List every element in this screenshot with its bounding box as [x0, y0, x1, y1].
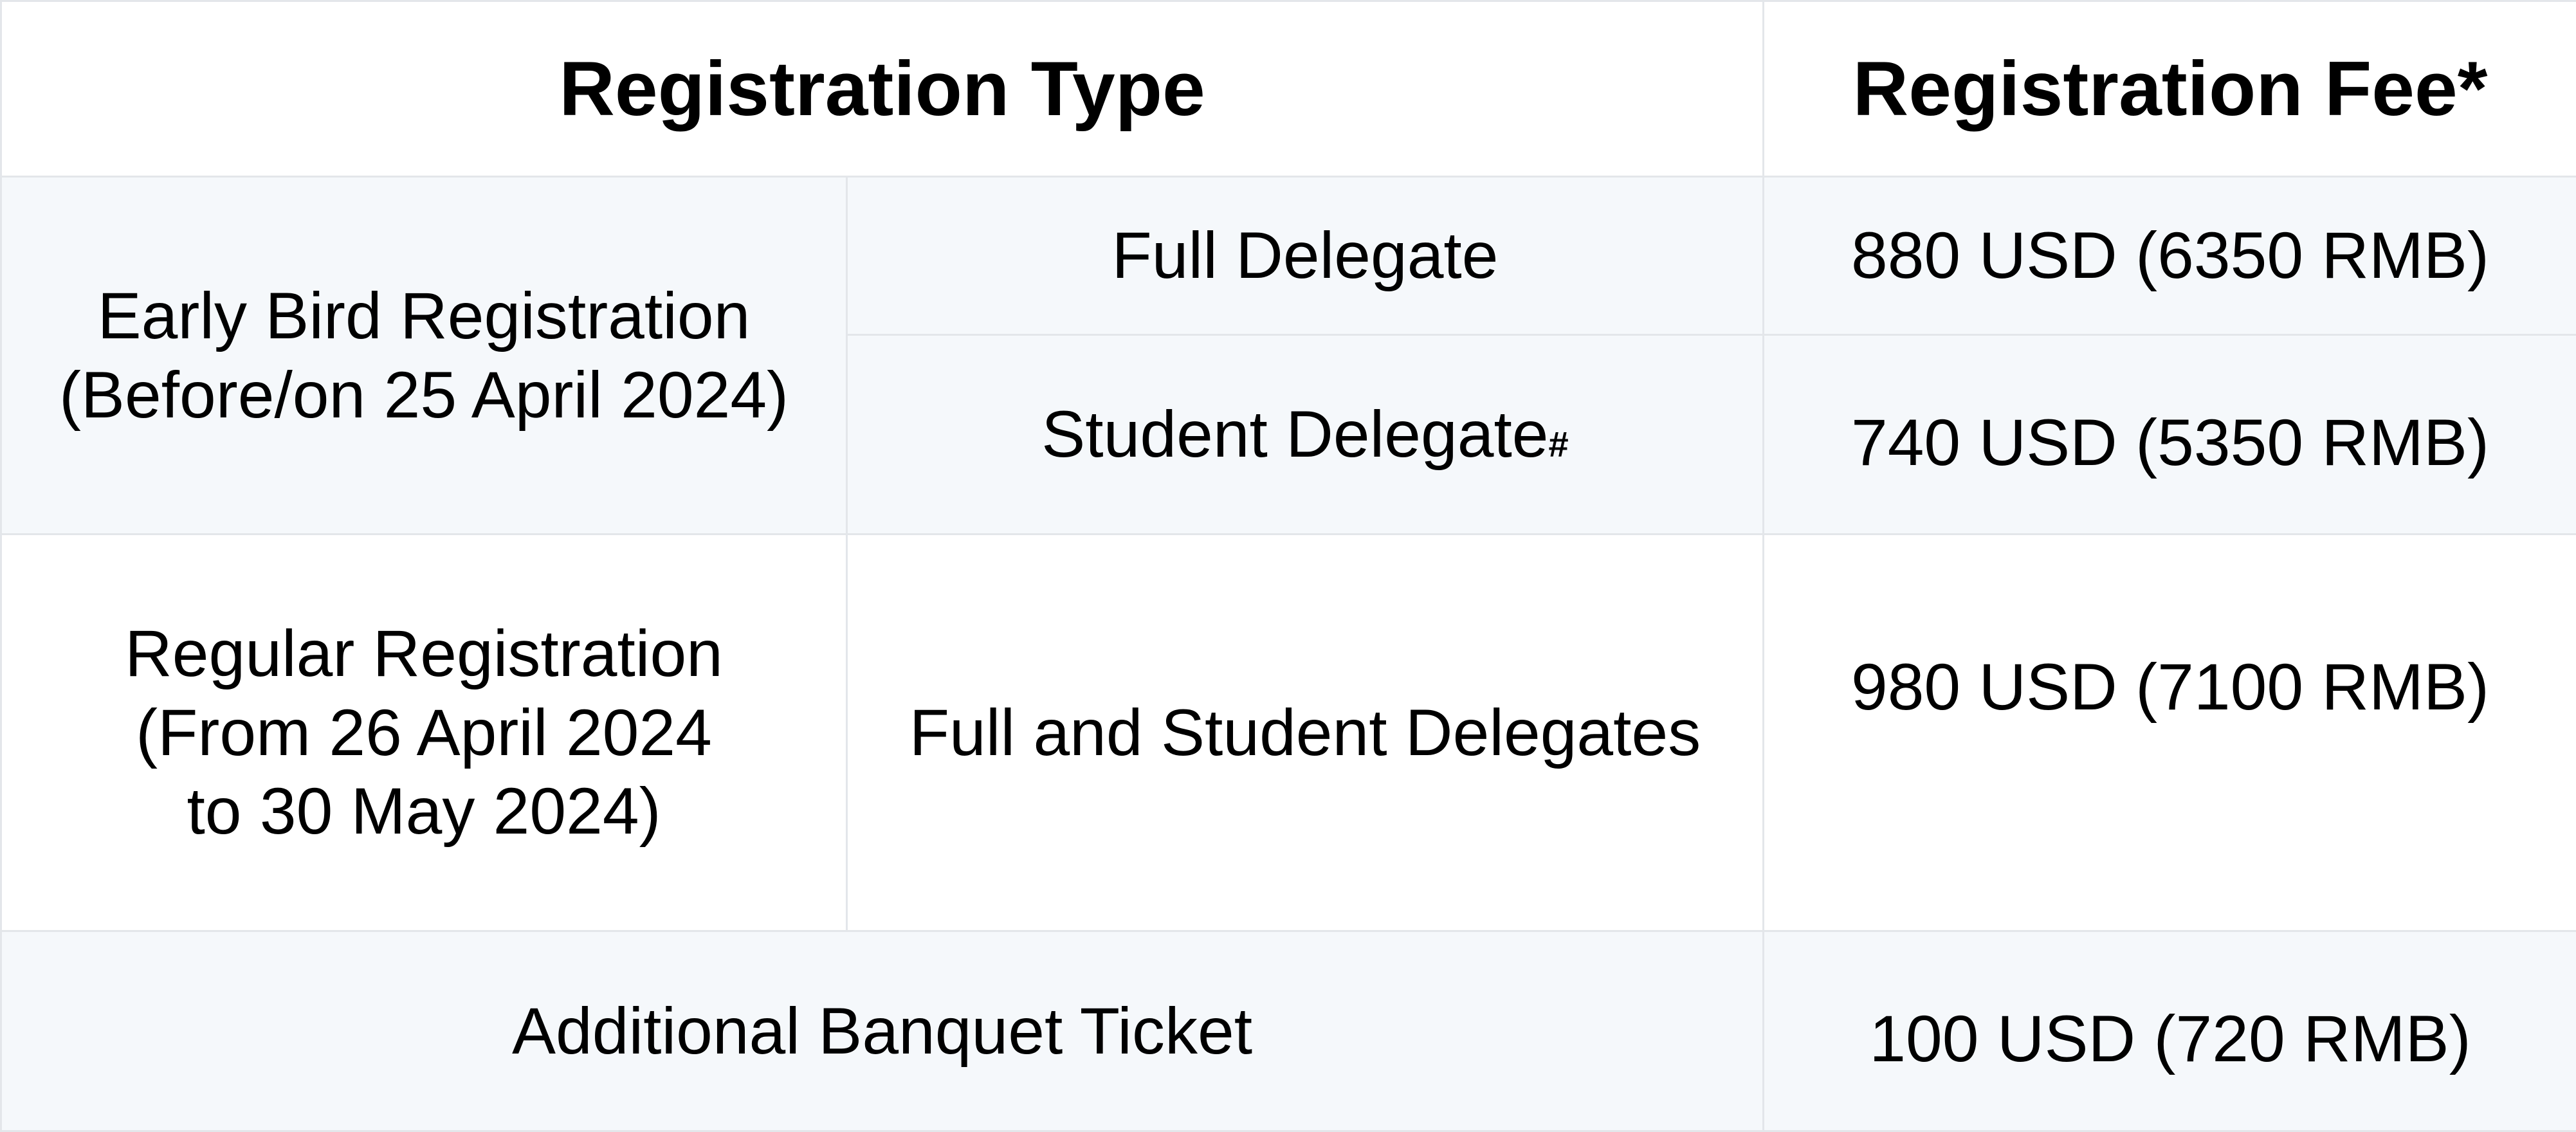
banquet-row: Additional Banquet Ticket 100 USD (720 R… — [1, 931, 2576, 1131]
regular-fee: 980 USD (7100 RMB) — [1764, 534, 2576, 931]
regular-start-date: (From 26 April 2024 — [2, 693, 846, 772]
early-bird-full-row: Early Bird Registration (Before/on 25 Ap… — [1, 177, 2576, 335]
early-bird-period-cell: Early Bird Registration (Before/on 25 Ap… — [1, 177, 847, 534]
regular-row: Regular Registration (From 26 April 2024… — [1, 534, 2576, 931]
student-delegate-label: Student Delegate — [1041, 397, 1548, 471]
regular-period-cell: Regular Registration (From 26 April 2024… — [1, 534, 847, 931]
student-delegate-fee: 740 USD (5350 RMB) — [1764, 335, 2576, 534]
student-delegate-footnote-mark: # — [1549, 424, 1569, 464]
registration-fee-table: Registration Type Registration Fee* Earl… — [0, 0, 2576, 1132]
full-delegate-label: Full Delegate — [847, 177, 1764, 335]
early-bird-title: Early Bird Registration — [2, 277, 846, 355]
full-delegate-fee: 880 USD (6350 RMB) — [1764, 177, 2576, 335]
registration-type-header: Registration Type — [1, 1, 1764, 177]
banquet-label: Additional Banquet Ticket — [1, 931, 1764, 1131]
early-bird-deadline: (Before/on 25 April 2024) — [2, 356, 846, 434]
banquet-fee: 100 USD (720 RMB) — [1764, 931, 2576, 1131]
regular-title: Regular Registration — [2, 614, 846, 693]
regular-delegate-label: Full and Student Delegates — [847, 534, 1764, 931]
student-delegate-cell: Student Delegate# — [847, 335, 1764, 534]
header-row: Registration Type Registration Fee* — [1, 1, 2576, 177]
regular-end-date: to 30 May 2024) — [2, 772, 846, 850]
registration-fee-header: Registration Fee* — [1764, 1, 2576, 177]
